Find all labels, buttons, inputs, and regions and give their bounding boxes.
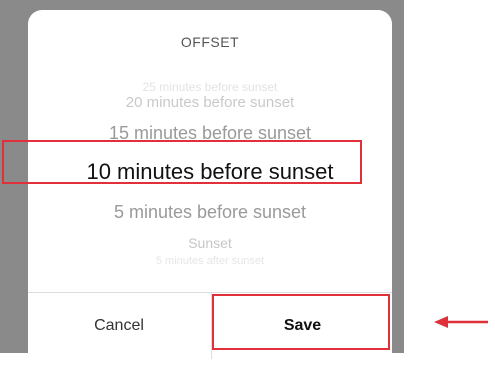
cancel-button[interactable]: Cancel — [28, 293, 210, 359]
dialog-title: OFFSET — [180, 34, 240, 50]
save-button-highlight — [212, 294, 390, 350]
picker-option[interactable]: 25 minutes before sunset — [28, 80, 392, 94]
selected-option-highlight — [2, 140, 362, 184]
picker-option[interactable]: 5 minutes before sunset — [28, 202, 392, 223]
left-arrow-icon — [434, 316, 488, 328]
picker-option[interactable]: Sunset — [28, 235, 392, 251]
picker-option[interactable]: 20 minutes before sunset — [28, 94, 392, 111]
picker-option[interactable]: 5 minutes after sunset — [28, 255, 392, 267]
